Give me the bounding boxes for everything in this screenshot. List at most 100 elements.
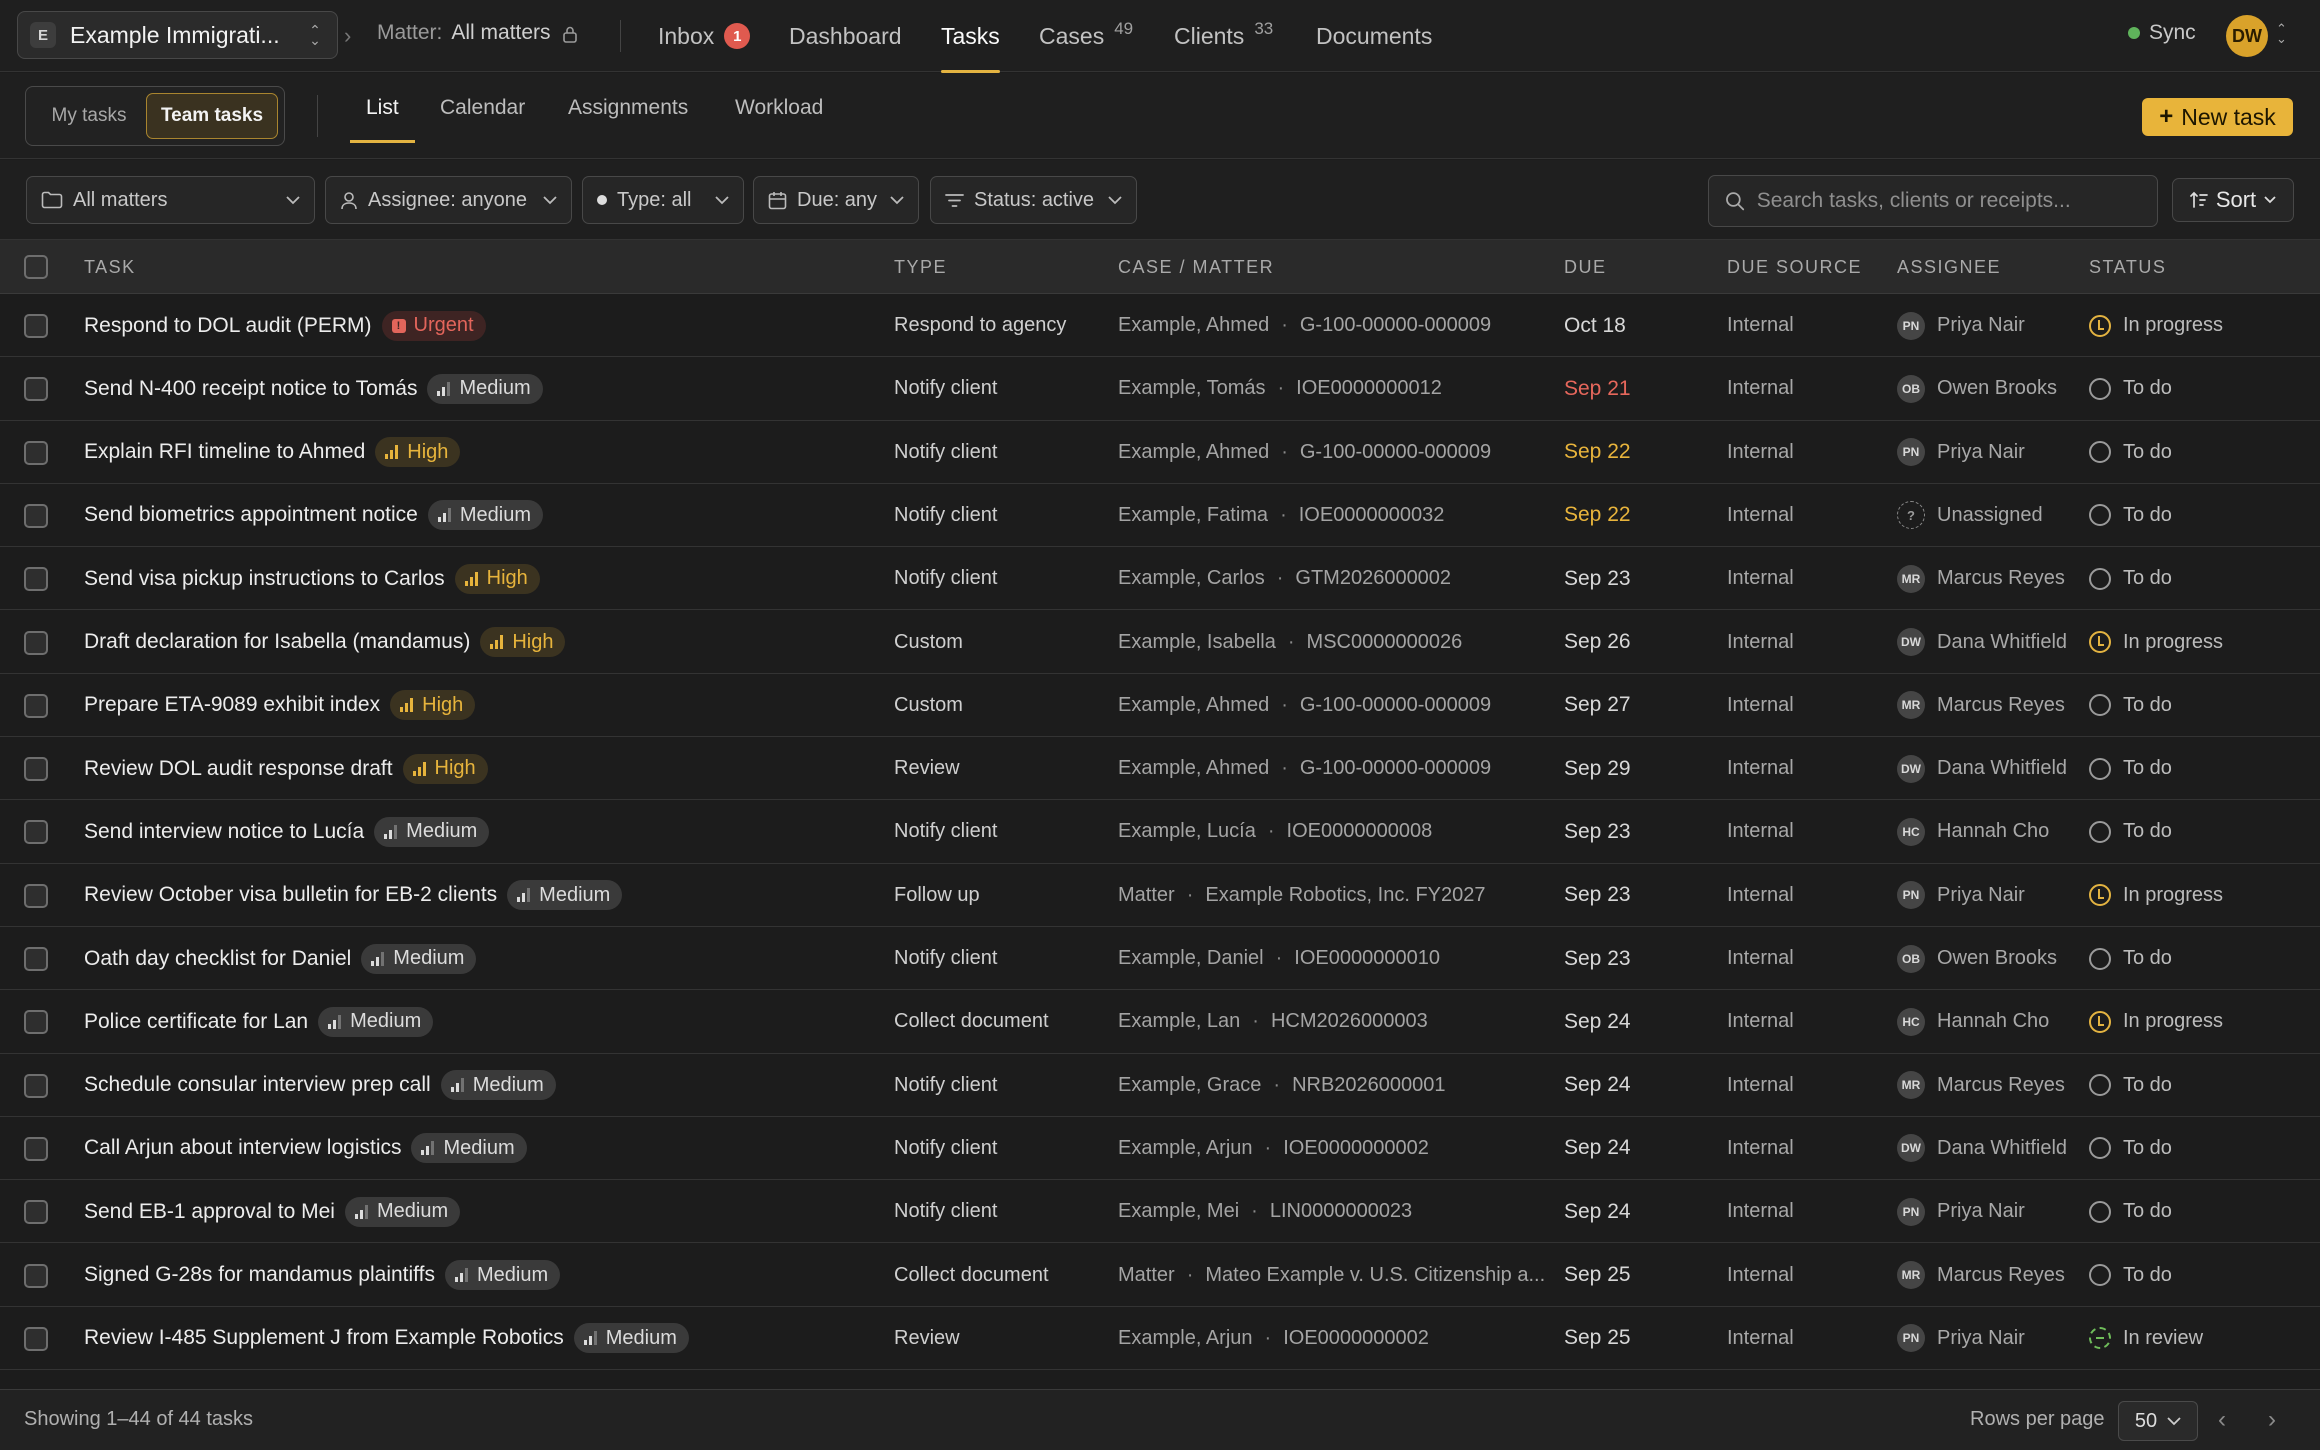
sort-button[interactable]: Sort: [2172, 178, 2294, 222]
task-cell[interactable]: Call Arjun about interview logistics Medi…: [84, 1117, 874, 1180]
nav-clients[interactable]: Clients 33: [1174, 0, 1273, 72]
case-cell[interactable]: Example, Ahmed · G-100-00000-000009: [1118, 674, 1548, 737]
assignee-cell[interactable]: MR Marcus Reyes: [1897, 1054, 2082, 1117]
column-header-type[interactable]: TYPE: [894, 240, 947, 294]
task-cell[interactable]: Oath day checklist for Daniel Medium: [84, 927, 874, 990]
case-cell[interactable]: Example, Carlos · GTM2026000002: [1118, 547, 1548, 610]
table-row[interactable]: Explain RFI timeline to Ahmed High Notify …: [0, 420, 2320, 484]
tab-list[interactable]: List: [350, 73, 415, 143]
row-checkbox[interactable]: [24, 883, 48, 908]
assignee-cell[interactable]: DW Dana Whitfield: [1897, 1117, 2082, 1180]
task-cell[interactable]: Police certificate for Lan Medium: [84, 990, 874, 1053]
table-row[interactable]: Respond to DOL audit (PERM)! Urgent Respon…: [0, 294, 2320, 358]
status-cell[interactable]: In progress: [2089, 864, 2309, 927]
column-header-assignee[interactable]: ASSIGNEE: [1897, 240, 2001, 294]
task-cell[interactable]: Send interview notice to Lucía Medium: [84, 800, 874, 863]
status-cell[interactable]: To do: [2089, 1117, 2309, 1180]
row-checkbox[interactable]: [24, 693, 48, 718]
row-checkbox[interactable]: [24, 1200, 48, 1225]
table-row[interactable]: Send EB-1 approval to Mei Medium Notify cl…: [0, 1180, 2320, 1244]
task-cell[interactable]: Send biometrics appointment notice Medium: [84, 484, 874, 547]
status-cell[interactable]: To do: [2089, 1244, 2309, 1307]
table-row[interactable]: Send visa pickup instructions to Carlos H…: [0, 547, 2320, 611]
status-cell[interactable]: In progress: [2089, 611, 2309, 674]
team-tasks-button[interactable]: Team tasks: [146, 93, 278, 139]
assignee-filter[interactable]: Assignee: anyone: [325, 176, 572, 224]
task-cell[interactable]: Prepare ETA-9089 exhibit index High: [84, 674, 874, 737]
column-header-task[interactable]: TASK: [84, 240, 136, 294]
assignee-cell[interactable]: PN Priya Nair: [1897, 421, 2082, 484]
prev-page-icon[interactable]: ‹: [2218, 1406, 2226, 1434]
task-cell[interactable]: Schedule consular interview prep call Med…: [84, 1054, 874, 1117]
status-cell[interactable]: To do: [2089, 737, 2309, 800]
row-checkbox[interactable]: [24, 1326, 48, 1351]
status-cell[interactable]: To do: [2089, 421, 2309, 484]
row-checkbox[interactable]: [24, 1010, 48, 1035]
status-cell[interactable]: In progress: [2089, 294, 2309, 357]
assignee-cell[interactable]: PN Priya Nair: [1897, 864, 2082, 927]
case-cell[interactable]: Example, Tomás · IOE0000000012: [1118, 357, 1548, 420]
status-cell[interactable]: In progress: [2089, 990, 2309, 1053]
row-checkbox[interactable]: [24, 757, 48, 782]
assignee-cell[interactable]: MR Marcus Reyes: [1897, 547, 2082, 610]
row-checkbox[interactable]: [24, 377, 48, 402]
my-tasks-button[interactable]: My tasks: [34, 93, 144, 139]
nav-documents[interactable]: Documents: [1316, 0, 1432, 72]
row-checkbox[interactable]: [24, 567, 48, 592]
table-row[interactable]: Oath day checklist for Daniel Medium Notif…: [0, 927, 2320, 991]
case-cell[interactable]: Example, Ahmed · G-100-00000-000009: [1118, 421, 1548, 484]
table-row[interactable]: Review October visa bulletin for EB-2 cl…: [0, 863, 2320, 927]
select-all-checkbox[interactable]: [24, 255, 48, 279]
status-cell[interactable]: To do: [2089, 927, 2309, 990]
table-row[interactable]: [0, 1370, 2320, 1389]
task-cell[interactable]: Draft declaration for Isabella (mandamus…: [84, 611, 874, 674]
assignee-cell[interactable]: MR Marcus Reyes: [1897, 674, 2082, 737]
task-cell[interactable]: Send N-400 receipt notice to Tomás Medium: [84, 357, 874, 420]
case-cell[interactable]: Example, Mei · LIN0000000023: [1118, 1180, 1548, 1243]
table-row[interactable]: Signed G-28s for mandamus plaintiffs Medi…: [0, 1243, 2320, 1307]
status-cell[interactable]: To do: [2089, 1180, 2309, 1243]
next-page-icon[interactable]: ›: [2268, 1406, 2276, 1434]
assignee-cell[interactable]: OB Owen Brooks: [1897, 357, 2082, 420]
row-checkbox[interactable]: [24, 314, 48, 338]
status-cell[interactable]: To do: [2089, 674, 2309, 737]
case-cell[interactable]: Matter · Example Robotics, Inc. FY2027: [1118, 864, 1548, 927]
tab-assignments[interactable]: Assignments: [568, 73, 688, 143]
task-cell[interactable]: Review I-485 Supplement J from Example R…: [84, 1307, 874, 1370]
table-row[interactable]: Prepare ETA-9089 exhibit index High Custom…: [0, 673, 2320, 738]
task-cell[interactable]: Explain RFI timeline to Ahmed High: [84, 421, 874, 484]
status-cell[interactable]: To do: [2089, 484, 2309, 547]
row-checkbox[interactable]: [24, 947, 48, 971]
search-input[interactable]: [1756, 189, 2141, 213]
table-row[interactable]: Send N-400 receipt notice to Tomás Medium…: [0, 357, 2320, 421]
column-header-case[interactable]: CASE / MATTER: [1118, 240, 1274, 294]
case-cell[interactable]: Matter · Mateo Example v. U.S. Citizenship…: [1118, 1244, 1548, 1307]
row-checkbox[interactable]: [24, 820, 48, 845]
type-filter[interactable]: Type: all: [582, 176, 744, 224]
column-header-status[interactable]: STATUS: [2089, 240, 2166, 294]
assignee-cell[interactable]: DW Dana Whitfield: [1897, 611, 2082, 674]
case-cell[interactable]: Example, Ahmed · G-100-00000-000009: [1118, 294, 1548, 357]
table-row[interactable]: Schedule consular interview prep call Med…: [0, 1053, 2320, 1117]
assignee-cell[interactable]: OB Owen Brooks: [1897, 927, 2082, 990]
assignee-cell[interactable]: ? Unassigned: [1897, 484, 2082, 547]
chevron-up-down-icon[interactable]: ⌃ ⌄: [2276, 22, 2287, 45]
case-cell[interactable]: Example, Ahmed · G-100-00000-000009: [1118, 737, 1548, 800]
matters-filter[interactable]: All matters: [26, 176, 315, 224]
assignee-cell[interactable]: DW Dana Whitfield: [1897, 737, 2082, 800]
rows-per-page-select[interactable]: 50: [2118, 1401, 2198, 1441]
assignee-cell[interactable]: PN Priya Nair: [1897, 1307, 2082, 1370]
case-cell[interactable]: Example, Grace · NRB2026000001: [1118, 1054, 1548, 1117]
row-checkbox[interactable]: [24, 630, 48, 655]
case-cell[interactable]: Example, Daniel · IOE0000000010: [1118, 927, 1548, 990]
task-cell[interactable]: Review DOL audit response draft High: [84, 737, 874, 800]
user-avatar[interactable]: DW: [2226, 15, 2268, 57]
nav-inbox[interactable]: Inbox 1: [658, 0, 751, 72]
status-cell[interactable]: To do: [2089, 357, 2309, 420]
case-cell[interactable]: Example, Lucía · IOE0000000008: [1118, 800, 1548, 863]
tab-calendar[interactable]: Calendar: [440, 73, 525, 143]
status-cell[interactable]: To do: [2089, 800, 2309, 863]
table-row[interactable]: Review DOL audit response draft High Revie…: [0, 737, 2320, 801]
table-row[interactable]: Police certificate for Lan Medium Collect …: [0, 990, 2320, 1054]
nav-dashboard[interactable]: Dashboard: [789, 0, 902, 72]
